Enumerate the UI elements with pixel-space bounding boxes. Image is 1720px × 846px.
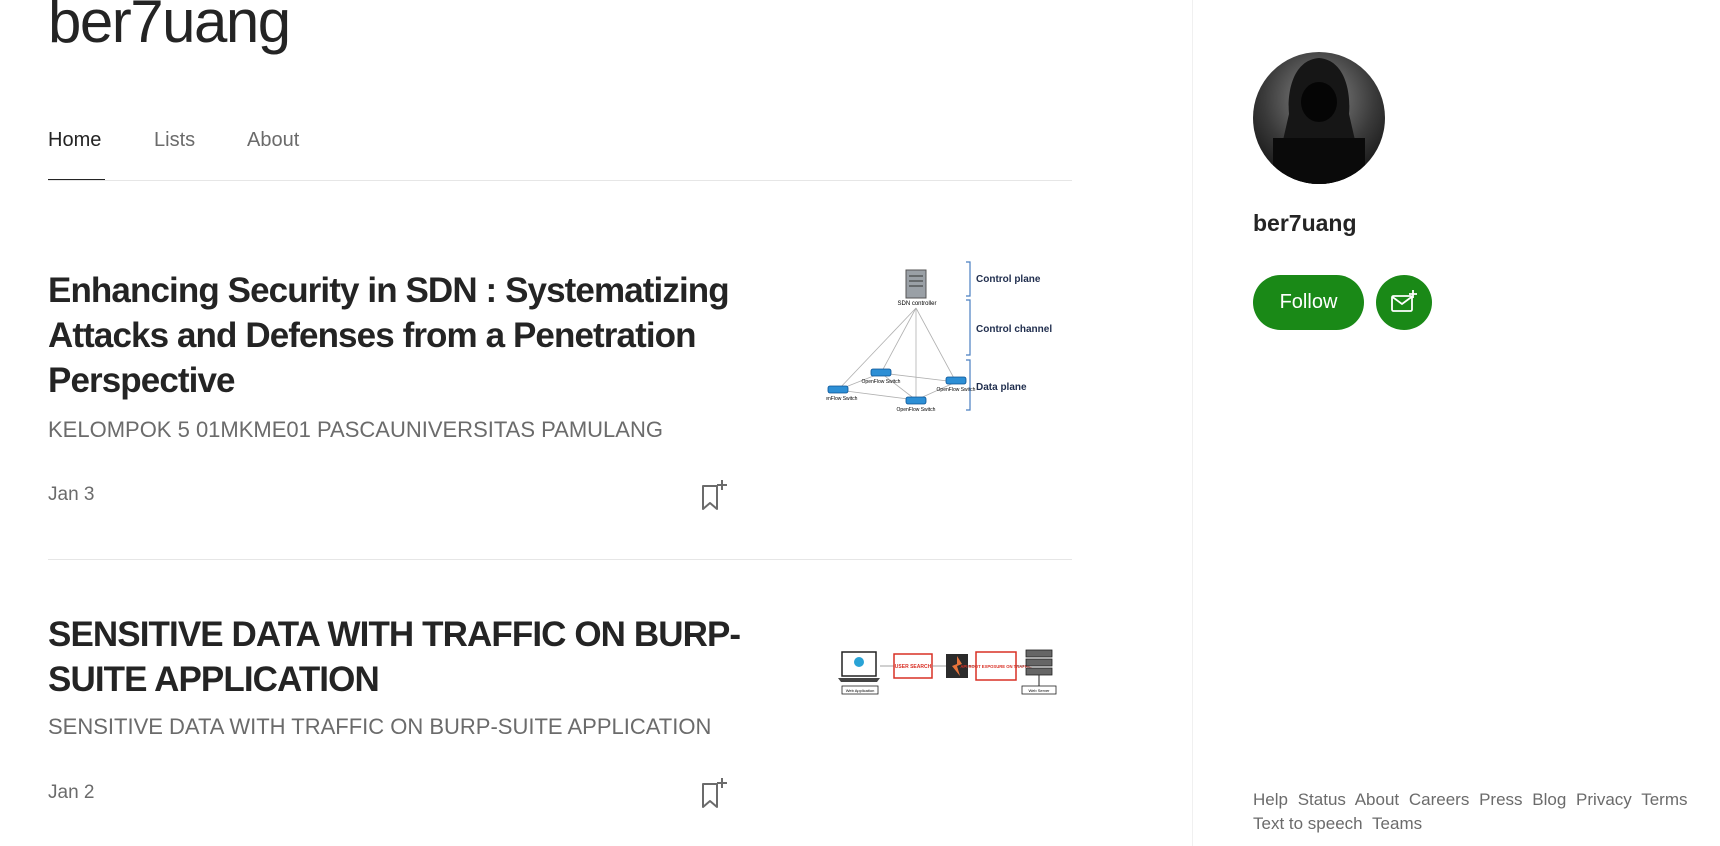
plane-label: Control channel: [976, 324, 1052, 335]
footer-link-careers[interactable]: Careers: [1409, 790, 1469, 809]
hooded-figure-avatar-image: [1253, 52, 1385, 184]
profile-tabs: Home Lists About: [48, 124, 1072, 181]
follow-button[interactable]: Follow: [1253, 275, 1364, 330]
bookmark-plus-icon: [702, 480, 727, 510]
article-subtitle[interactable]: SENSITIVE DATA WITH TRAFFIC ON BURP-SUIT…: [48, 714, 711, 740]
plane-label: Data plane: [976, 382, 1027, 393]
footer-link-press[interactable]: Press: [1479, 790, 1522, 809]
sdn-architecture-thumbnail[interactable]: SDN controller OpenFlow Sw: [826, 260, 1066, 430]
switch-label: OpenFlow Switch: [826, 396, 858, 402]
footer-link-blog[interactable]: Blog: [1532, 790, 1566, 809]
article-date: Jan 3: [48, 484, 95, 505]
bookmark-plus-icon: [702, 778, 727, 808]
bookmark-add-button[interactable]: [699, 478, 729, 512]
mail-plus-icon: [1391, 290, 1417, 312]
site-title[interactable]: ber7uang: [48, 0, 291, 58]
controller-label: SDN controller: [897, 301, 936, 307]
subscribe-email-button[interactable]: [1376, 275, 1432, 330]
main-content: ber7uang Home Lists About Enhancing Secu…: [48, 0, 1072, 846]
footer-link-about[interactable]: About: [1355, 790, 1399, 809]
footer-link-text-to-speech[interactable]: Text to speech: [1253, 814, 1363, 833]
plane-label: Control plane: [976, 274, 1041, 285]
footer-link-teams[interactable]: Teams: [1372, 814, 1422, 833]
sidebar-divider: [1192, 0, 1193, 846]
article-subtitle[interactable]: KELOMPOK 5 01MKME01 PASCAUNIVERSITAS PAM…: [48, 417, 663, 443]
footer-link-help[interactable]: Help: [1253, 790, 1288, 809]
thumb-label: USER SEARCH: [895, 664, 932, 670]
thumb-caption: Web Application: [846, 688, 875, 693]
footer-link-status[interactable]: Status: [1298, 790, 1346, 809]
article-date: Jan 2: [48, 782, 95, 803]
thumb-caption: Web Server: [1028, 688, 1050, 693]
profile-sidebar: ber7uang Follow Help Status About Career…: [1253, 0, 1693, 846]
active-tab-indicator: [48, 179, 105, 180]
article-title[interactable]: Enhancing Security in SDN : Systematizin…: [48, 268, 768, 403]
avatar[interactable]: [1253, 52, 1385, 184]
tab-lists[interactable]: Lists: [154, 129, 195, 152]
switch-label: OpenFlow Switch: [862, 379, 901, 385]
article-divider: [48, 559, 1072, 560]
switch-label: OpenFlow Switch: [897, 407, 936, 413]
burp-traffic-thumbnail[interactable]: Web Application USER SEARCH API ROOT EXP…: [836, 646, 1066, 702]
footer-links: Help Status About Careers Press Blog Pri…: [1253, 788, 1693, 836]
tab-about[interactable]: About: [247, 129, 299, 152]
thumb-label: API ROOT EXPOSURE ON TRAFFIC: [960, 664, 1031, 669]
bookmark-add-button[interactable]: [699, 776, 729, 810]
profile-name[interactable]: ber7uang: [1253, 210, 1357, 237]
tab-home[interactable]: Home: [48, 129, 101, 152]
footer-link-terms[interactable]: Terms: [1641, 790, 1687, 809]
article-title[interactable]: SENSITIVE DATA WITH TRAFFIC ON BURP-SUIT…: [48, 612, 788, 702]
footer-link-privacy[interactable]: Privacy: [1576, 790, 1632, 809]
